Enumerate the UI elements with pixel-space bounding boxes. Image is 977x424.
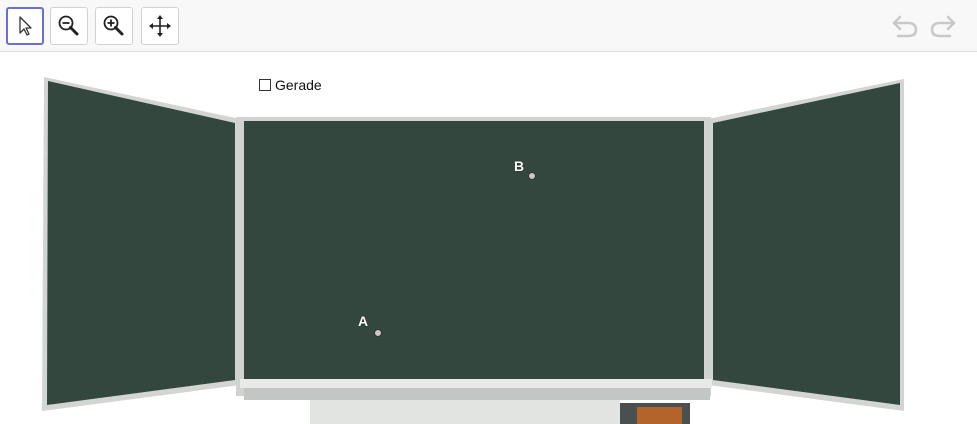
zoom-in-icon [103, 15, 124, 36]
redo-icon [930, 15, 956, 38]
undo-icon [892, 15, 918, 38]
left-wing-board [47, 81, 235, 405]
move-arrows-icon [149, 15, 171, 37]
chalkboard-image [42, 77, 904, 424]
point-b[interactable] [528, 172, 536, 180]
checkbox-label: Gerade [275, 77, 322, 93]
point-b-label: B [514, 158, 525, 174]
zoom-out-icon [58, 15, 79, 36]
eraser [637, 407, 682, 424]
point-a[interactable] [374, 329, 382, 337]
chalk-tray [240, 379, 712, 388]
move-tool-button[interactable] [6, 7, 44, 45]
cursor-arrow-icon [19, 16, 32, 36]
graphics-view[interactable]: Gerade A B [0, 53, 977, 424]
toolbar [0, 0, 977, 52]
redo-button[interactable] [928, 12, 958, 40]
zoom-out-tool-button[interactable] [50, 7, 88, 45]
checkbox-box[interactable] [259, 79, 271, 91]
board-stand [310, 396, 620, 424]
point-a-label: A [358, 313, 369, 329]
gerade-checkbox[interactable]: Gerade [259, 77, 322, 93]
undo-button[interactable] [890, 12, 920, 40]
move-view-tool-button[interactable] [141, 7, 179, 45]
chalk-tray-lower [244, 388, 710, 400]
center-board [244, 121, 704, 379]
right-wing-board [713, 83, 900, 405]
zoom-in-tool-button[interactable] [95, 7, 133, 45]
